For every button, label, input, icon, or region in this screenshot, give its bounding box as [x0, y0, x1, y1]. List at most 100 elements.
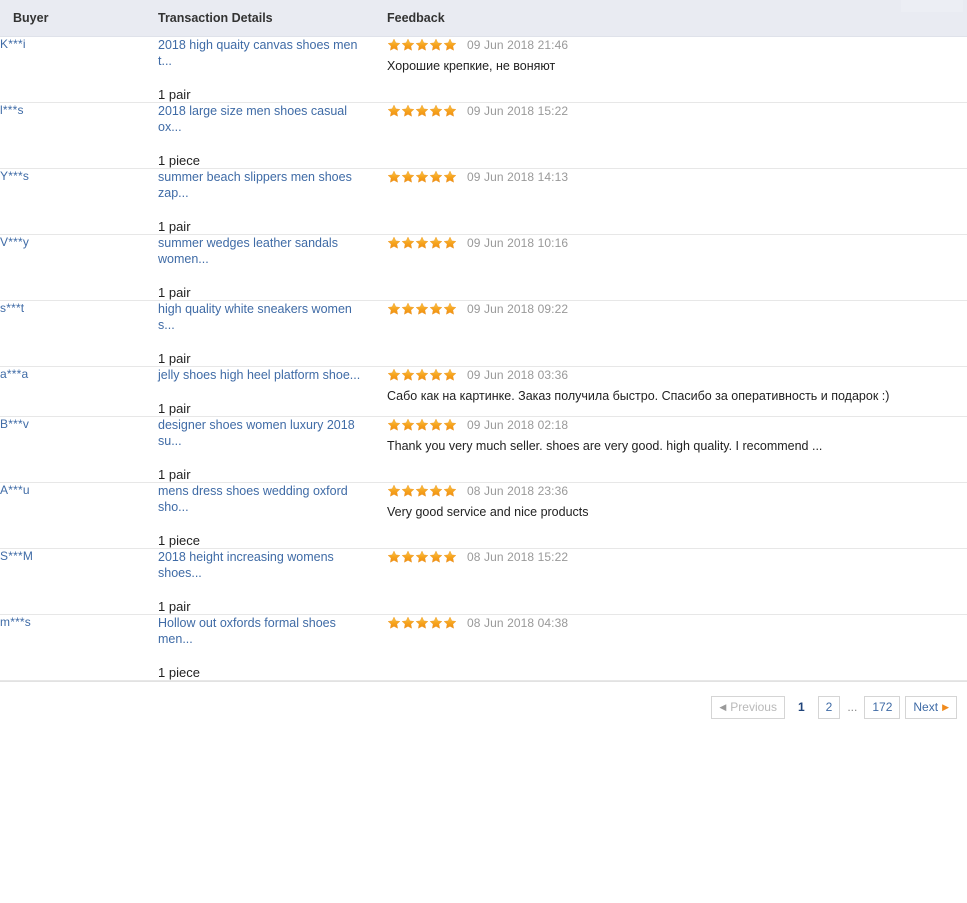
star-icon [443, 616, 457, 630]
cell-buyer: s***t [0, 300, 158, 367]
pagination-page-172[interactable]: 172 [864, 696, 901, 719]
feedback-meta: 09 Jun 2018 21:46 [387, 37, 967, 53]
pagination-previous-label: Previous [730, 700, 777, 714]
cell-buyer: B***v [0, 416, 158, 483]
star-icon [387, 236, 401, 250]
cell-feedback: 08 Jun 2018 15:22 [387, 548, 967, 615]
cell-feedback: 09 Jun 2018 10:16 [387, 234, 967, 301]
star-icon [443, 302, 457, 316]
pagination-page-1: 1 [797, 700, 805, 714]
star-icon [415, 104, 429, 118]
star-icon [401, 484, 415, 498]
product-title-link[interactable]: 2018 height increasing womens shoes... [158, 549, 370, 581]
star-icon [387, 170, 401, 184]
cell-transaction-details: designer shoes women luxury 2018 su... 1 … [158, 416, 387, 483]
star-icon [443, 104, 457, 118]
cell-buyer: K***i [0, 36, 158, 103]
star-icon [443, 418, 457, 432]
feedback-date: 09 Jun 2018 09:22 [467, 302, 569, 316]
star-icon [415, 236, 429, 250]
star-icon [443, 368, 457, 382]
star-icon [387, 616, 401, 630]
star-icon [429, 616, 443, 630]
order-quantity: 1 pair [158, 401, 191, 416]
buyer-name: B***v [0, 417, 30, 431]
star-icon [443, 38, 457, 52]
star-icon [429, 302, 443, 316]
product-title-link[interactable]: 2018 large size men shoes casual ox... [158, 103, 370, 135]
product-title-link[interactable]: Hollow out oxfords formal shoes men... [158, 615, 370, 647]
star-icon [429, 368, 443, 382]
star-rating [387, 484, 457, 498]
product-title-link[interactable]: summer wedges leather sandals women... [158, 235, 370, 267]
table-row: K***i 2018 high quaity canvas shoes men t… [0, 36, 967, 103]
star-icon [401, 616, 415, 630]
product-title-link[interactable]: jelly shoes high heel platform shoe... [158, 367, 370, 383]
feedback-comment: Very good service and nice products [387, 505, 589, 519]
star-rating [387, 368, 457, 382]
order-quantity: 1 pair [158, 87, 191, 102]
feedback-meta: 08 Jun 2018 15:22 [387, 549, 967, 565]
feedback-date: 09 Jun 2018 15:22 [467, 104, 569, 118]
cell-feedback: 09 Jun 2018 14:13 [387, 168, 967, 235]
product-title-link[interactable]: 2018 high quaity canvas shoes men t... [158, 37, 370, 69]
star-icon [387, 418, 401, 432]
cell-buyer: l***s [0, 102, 158, 169]
column-header-buyer: Buyer [0, 0, 158, 37]
star-rating [387, 236, 457, 250]
order-quantity: 1 pair [158, 351, 191, 366]
star-icon [415, 302, 429, 316]
feedback-date: 08 Jun 2018 15:22 [467, 550, 569, 564]
order-quantity: 1 piece [158, 665, 200, 680]
star-icon [415, 616, 429, 630]
cell-transaction-details: Hollow out oxfords formal shoes men... 1 … [158, 614, 387, 681]
star-icon [429, 104, 443, 118]
star-icon [429, 550, 443, 564]
feedback-date: 09 Jun 2018 02:18 [467, 418, 569, 432]
cell-buyer: a***a [0, 366, 158, 417]
table-row: m***s Hollow out oxfords formal shoes men… [0, 614, 967, 681]
star-rating [387, 418, 457, 432]
cell-transaction-details: jelly shoes high heel platform shoe... 1 … [158, 366, 387, 417]
feedback-date: 09 Jun 2018 21:46 [467, 38, 569, 52]
star-icon [401, 236, 415, 250]
buyer-name: s***t [0, 301, 25, 315]
cell-transaction-details: summer beach slippers men shoes zap... 1 … [158, 168, 387, 235]
cell-feedback: 09 Jun 2018 09:22 [387, 300, 967, 367]
feedback-meta: 09 Jun 2018 10:16 [387, 235, 967, 251]
star-icon [429, 236, 443, 250]
buyer-name: S***M [0, 549, 34, 563]
feedback-meta: 09 Jun 2018 02:18 [387, 417, 967, 433]
pagination-page-2[interactable]: 2 [817, 696, 841, 719]
star-rating [387, 170, 457, 184]
star-rating [387, 616, 457, 630]
product-title-link[interactable]: high quality white sneakers women s... [158, 301, 370, 333]
product-title-link[interactable]: mens dress shoes wedding oxford sho... [158, 483, 370, 515]
cell-buyer: V***y [0, 234, 158, 301]
cell-feedback: 08 Jun 2018 23:36 Very good service and n… [387, 482, 967, 549]
buyer-name: A***u [0, 483, 30, 497]
star-icon [387, 368, 401, 382]
order-quantity: 1 pair [158, 219, 191, 234]
order-quantity: 1 piece [158, 153, 200, 168]
column-header-feedback: Feedback [387, 0, 967, 37]
star-icon [387, 550, 401, 564]
pagination-next-button[interactable]: Next ▶ [905, 696, 957, 719]
star-icon [401, 38, 415, 52]
order-quantity: 1 pair [158, 285, 191, 300]
cell-feedback: 09 Jun 2018 03:36 Сабо как на картинке. З… [387, 366, 967, 417]
cutoff-decoration [901, 0, 963, 12]
feedback-meta: 09 Jun 2018 14:13 [387, 169, 967, 185]
star-icon [401, 418, 415, 432]
product-title-link[interactable]: designer shoes women luxury 2018 su... [158, 417, 370, 449]
pagination-ellipsis: ... [847, 700, 858, 714]
star-icon [401, 550, 415, 564]
feedback-table: Buyer Transaction Details Feedback K***i… [0, 0, 967, 681]
pagination-previous-button[interactable]: ◀ Previous [711, 696, 785, 719]
product-title-link[interactable]: summer beach slippers men shoes zap... [158, 169, 370, 201]
cell-transaction-details: 2018 large size men shoes casual ox... 1 … [158, 102, 387, 169]
star-icon [387, 302, 401, 316]
star-icon [415, 170, 429, 184]
feedback-comment: Хорошие крепкие, не воняют [387, 59, 556, 73]
star-icon [429, 484, 443, 498]
